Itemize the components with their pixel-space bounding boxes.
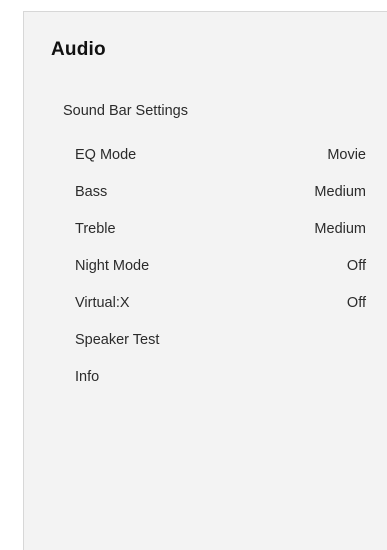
sound-bar-settings-header: Sound Bar Settings <box>63 103 188 119</box>
eq-mode-value: Movie <box>327 146 366 163</box>
treble-value: Medium <box>314 220 366 237</box>
speaker-test-label: Speaker Test <box>75 331 160 348</box>
night-mode-value: Off <box>346 257 366 274</box>
menu-item-bass[interactable]: Bass Medium <box>24 173 387 210</box>
menu-item-treble[interactable]: Treble Medium <box>24 210 387 247</box>
bass-label: Bass <box>75 183 108 200</box>
menu-item-virtual-x[interactable]: Virtual:X Off <box>24 284 387 321</box>
virtual-x-label: Virtual:X <box>75 294 130 311</box>
menu-title: Audio <box>51 39 106 60</box>
treble-label: Treble <box>75 220 116 237</box>
night-mode-label: Night Mode <box>75 257 150 274</box>
menu-item-speaker-test[interactable]: Speaker Test <box>24 321 387 358</box>
bass-value: Medium <box>314 183 366 200</box>
menu-item-night-mode[interactable]: Night Mode Off <box>24 247 387 284</box>
info-label: Info <box>75 368 100 385</box>
virtual-x-value: Off <box>346 294 366 311</box>
audio-menu-panel: Audio Sound Bar Settings EQ Mode Movie B… <box>23 11 387 550</box>
menu-item-eq-mode[interactable]: EQ Mode Movie <box>24 136 387 173</box>
eq-mode-label: EQ Mode <box>75 146 137 163</box>
audio-settings-list: EQ Mode Movie Bass Medium Treble Medium … <box>24 136 387 395</box>
menu-item-info[interactable]: Info <box>24 358 387 395</box>
